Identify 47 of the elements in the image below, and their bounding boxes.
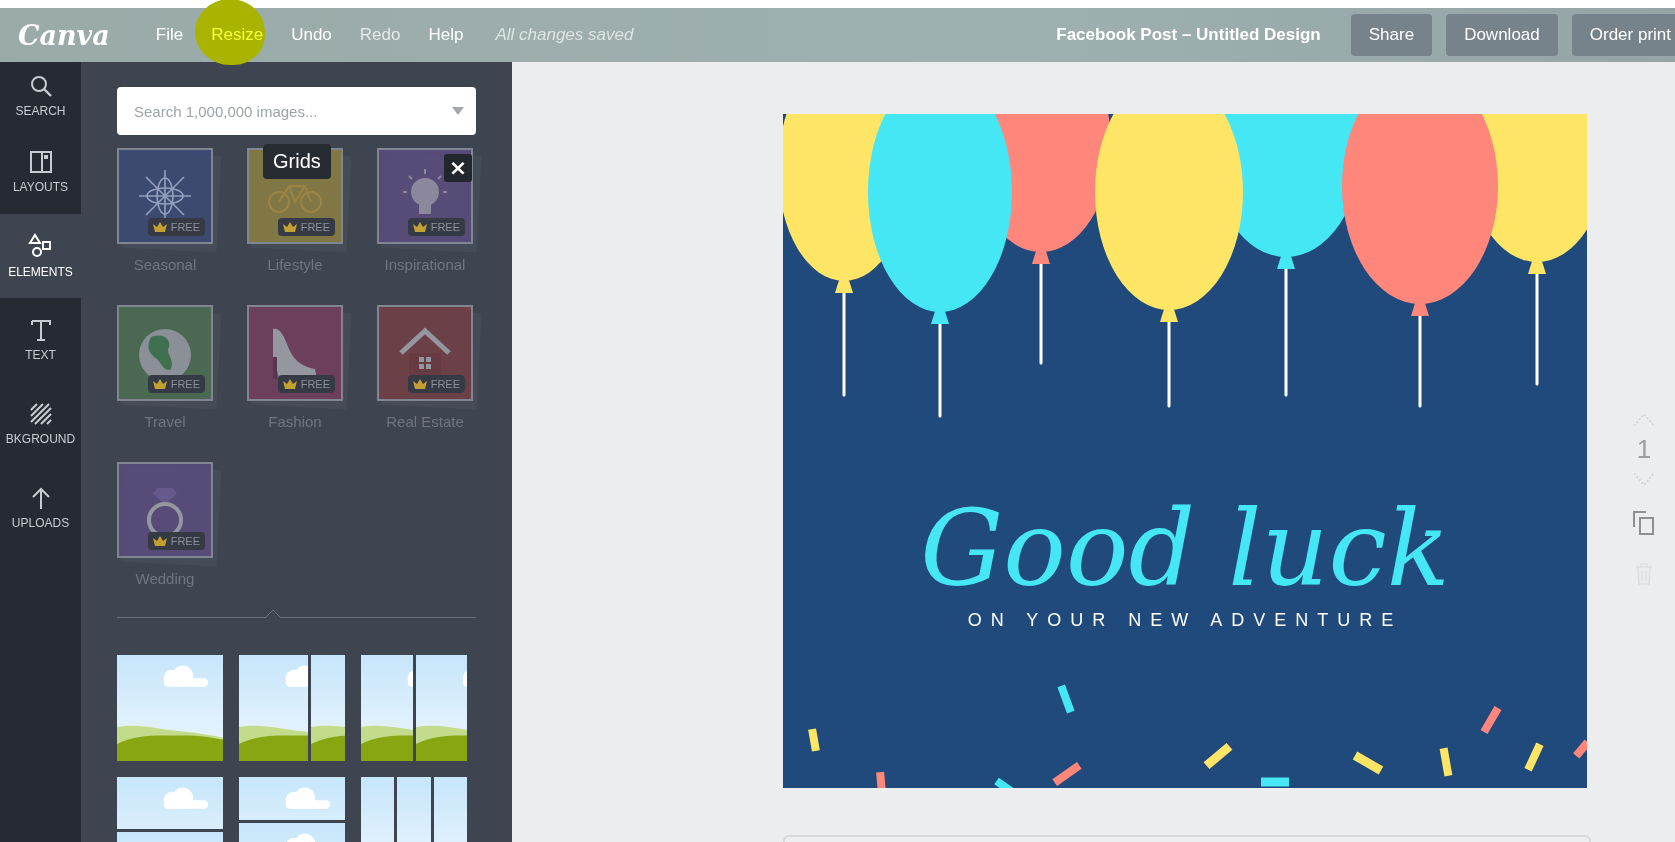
design-title: Facebook Post – Untitled Design bbox=[1056, 25, 1321, 45]
crown-icon bbox=[152, 536, 167, 546]
save-status: All changes saved bbox=[495, 25, 634, 45]
layout-thumbnail[interactable] bbox=[239, 655, 345, 761]
toolbar-button[interactable]: Download bbox=[1446, 14, 1558, 56]
menu-item[interactable]: Undo bbox=[279, 21, 344, 49]
tooltip: Grids bbox=[263, 144, 331, 179]
layout-thumbnail[interactable] bbox=[117, 655, 223, 761]
free-badge: FREE bbox=[147, 218, 205, 236]
page-number: 1 bbox=[1636, 434, 1652, 465]
stripes-icon bbox=[28, 402, 53, 426]
category-tile[interactable]: FREE bbox=[247, 305, 343, 401]
crown-icon bbox=[412, 379, 427, 389]
layout-thumbnail[interactable] bbox=[361, 655, 467, 761]
free-badge: FREE bbox=[147, 375, 205, 393]
toolbar-button[interactable]: Share bbox=[1350, 14, 1433, 56]
crown-icon bbox=[282, 379, 297, 389]
layout-icon bbox=[28, 150, 53, 174]
menu-item[interactable]: Help bbox=[416, 21, 476, 49]
free-badge: FREE bbox=[147, 532, 205, 550]
caret-icon[interactable] bbox=[452, 107, 464, 115]
free-badge: FREE bbox=[277, 375, 335, 393]
menu-item[interactable]: Resize bbox=[199, 21, 276, 49]
sidebar-item[interactable]: ELEMENTS bbox=[0, 214, 81, 298]
category-tile[interactable]: FREE bbox=[377, 305, 473, 401]
design-canvas[interactable]: Good luck ON YOUR NEW ADVENTURE bbox=[783, 114, 1587, 788]
category-tile[interactable]: FREE bbox=[117, 462, 213, 558]
close-button[interactable]: × bbox=[444, 154, 472, 182]
logo[interactable]: Canva bbox=[18, 19, 110, 51]
search-field[interactable]: Search 1,000,000 images... bbox=[117, 87, 476, 135]
text-icon bbox=[28, 318, 53, 342]
headline-text[interactable]: Good luck bbox=[920, 492, 1450, 607]
crown-icon bbox=[152, 222, 167, 232]
crown-icon bbox=[152, 379, 167, 389]
crown-icon bbox=[412, 222, 427, 232]
category-tile[interactable]: FREE bbox=[117, 148, 213, 244]
category-tile[interactable]: FREE bbox=[117, 305, 213, 401]
free-badge: FREE bbox=[407, 375, 465, 393]
subline-text[interactable]: ON YOUR NEW ADVENTURE bbox=[967, 610, 1403, 632]
free-badge: FREE bbox=[407, 218, 465, 236]
free-badge: FREE bbox=[277, 218, 335, 236]
search-icon bbox=[28, 74, 53, 98]
menu-item[interactable]: File bbox=[143, 21, 196, 49]
crown-icon bbox=[282, 222, 297, 232]
shapes-icon bbox=[27, 233, 54, 259]
toolbar-button[interactable]: Order print bbox=[1571, 14, 1675, 56]
copy-icon[interactable] bbox=[1633, 511, 1655, 535]
